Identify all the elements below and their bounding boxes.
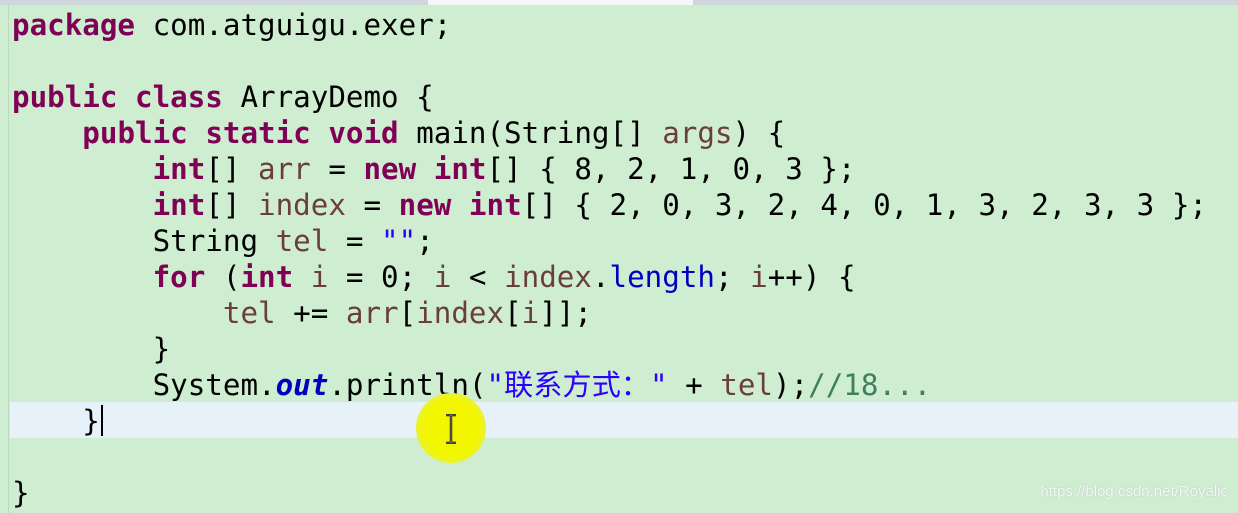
code-token: tel xyxy=(720,368,773,402)
i-beam-cursor-icon xyxy=(446,414,456,444)
code-line[interactable]: int[] arr = new int[] { 8, 2, 1, 0, 3 }; xyxy=(12,151,1207,187)
top-window-strip xyxy=(0,0,1238,5)
code-line[interactable]: int[] index = new int[] { 2, 0, 3, 2, 4,… xyxy=(12,187,1207,223)
code-token: int xyxy=(152,152,206,186)
code-token: ( xyxy=(205,260,241,294)
top-strip-tab xyxy=(428,0,693,5)
code-token: i xyxy=(433,260,452,294)
editor-gutter xyxy=(8,5,9,513)
text-caret xyxy=(101,405,103,436)
code-token: public xyxy=(82,116,188,150)
code-line[interactable]: public class ArrayDemo { xyxy=(12,79,1207,115)
code-token: i xyxy=(750,260,768,294)
code-token: ) { xyxy=(732,116,786,150)
code-token: [] xyxy=(205,188,259,222)
code-token: int xyxy=(240,260,294,294)
code-token: int xyxy=(152,188,206,222)
code-line[interactable]: package com.atguigu.exer; xyxy=(12,7,1207,43)
code-token: args xyxy=(662,116,733,150)
code-token: index xyxy=(258,188,346,222)
code-token: ArrayDemo { xyxy=(222,80,434,114)
code-token: [] { 8, 2, 1, 0, 3 }; xyxy=(486,152,856,186)
code-token: tel xyxy=(222,296,276,330)
code-token: for xyxy=(152,260,206,294)
code-token: } xyxy=(12,332,171,366)
code-token: [ xyxy=(398,296,417,330)
code-token: [] { 2, 0, 3, 2, 4, 0, 1, 3, 2, 3, 3 }; xyxy=(521,188,1207,222)
code-token: new xyxy=(398,188,452,222)
code-token: [ xyxy=(504,296,522,330)
watermark: https://blog.csdn.net/Royalic xyxy=(1040,483,1228,500)
code-token: ); xyxy=(773,368,809,402)
code-token: = xyxy=(310,152,364,186)
code-token: "" xyxy=(381,224,417,258)
code-token: com.atguigu.exer; xyxy=(135,8,452,42)
code-token: static xyxy=(205,116,311,150)
code-token: . xyxy=(591,260,610,294)
code-token: < xyxy=(451,260,505,294)
code-line[interactable]: } xyxy=(12,403,1207,439)
code-token: i xyxy=(521,296,540,330)
code-token: out xyxy=(275,368,329,402)
code-line[interactable] xyxy=(12,439,1207,475)
code-line[interactable]: String tel = ""; xyxy=(12,223,1207,259)
code-token: index xyxy=(504,260,592,294)
code-token: String xyxy=(12,224,276,258)
code-token: void xyxy=(328,116,399,150)
code-editor[interactable]: package com.atguigu.exer; public class A… xyxy=(12,7,1207,511)
code-token: class xyxy=(135,80,223,114)
code-token: int xyxy=(468,188,522,222)
code-line[interactable] xyxy=(12,43,1207,79)
code-token: } xyxy=(12,476,30,510)
code-line[interactable]: } xyxy=(12,331,1207,367)
code-token: tel xyxy=(275,224,329,258)
code-token: "联系方式：" xyxy=(486,368,668,402)
code-token: //18... xyxy=(808,368,932,402)
code-token: += xyxy=(275,296,346,330)
code-token: ; xyxy=(416,224,434,258)
code-token: public xyxy=(12,80,118,114)
code-token: i xyxy=(310,260,329,294)
code-token: + xyxy=(667,368,721,402)
code-line[interactable]: System.out.println("联系方式：" + tel);//18..… xyxy=(12,367,1207,403)
code-token: new xyxy=(363,152,417,186)
code-token: length xyxy=(609,260,715,294)
code-token: System. xyxy=(12,368,276,402)
code-token: index xyxy=(416,296,505,330)
code-token: } xyxy=(12,404,100,438)
code-line[interactable]: tel += arr[index[i]]; xyxy=(12,295,1207,331)
code-token: arr xyxy=(258,152,311,186)
code-line[interactable]: public static void main(String[] args) { xyxy=(12,115,1207,151)
code-token: main(String[] xyxy=(398,116,663,150)
code-token: = 0; xyxy=(328,260,434,294)
code-token: package xyxy=(12,8,136,42)
code-token: [] xyxy=(205,152,259,186)
code-token: int xyxy=(433,152,487,186)
code-token: = xyxy=(328,224,382,258)
code-token: ; xyxy=(714,260,751,294)
code-line[interactable]: } xyxy=(12,475,1207,511)
code-token: ++) { xyxy=(767,260,856,294)
code-line[interactable]: for (int i = 0; i < index.length; i++) { xyxy=(12,259,1207,295)
code-token: arr xyxy=(345,296,399,330)
code-token: ]]; xyxy=(539,296,592,330)
code-token: = xyxy=(345,188,399,222)
